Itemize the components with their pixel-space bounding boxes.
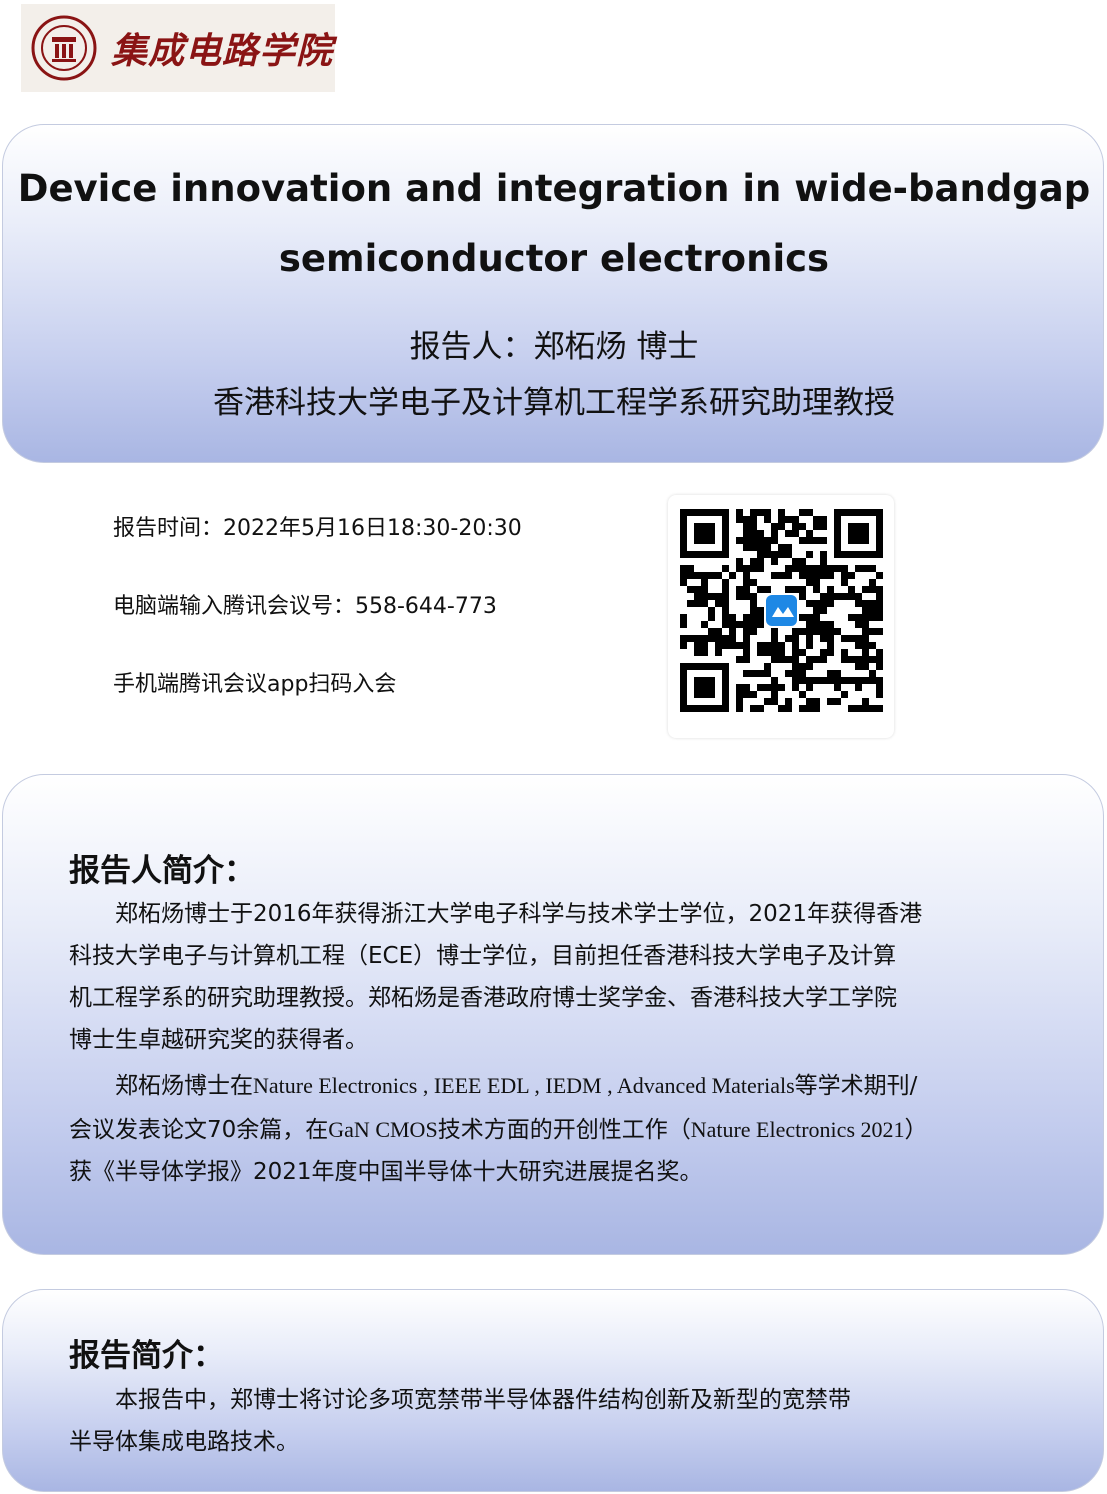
meeting-id: 电脑端输入腾讯会议号：558-644-773 (113, 594, 497, 619)
abstract-line: 本报告中，郑博士将讨论多项宽禁带半导体器件结构创新及新型的宽禁带 (115, 1387, 851, 1413)
bio-venues: Nature Electronics , IEEE EDL , IEDM , A… (253, 1073, 795, 1098)
title-panel: Device innovation and integration in wid… (2, 124, 1104, 463)
speaker-affiliation: 香港科技大学电子及计算机工程学系研究助理教授 (213, 385, 895, 421)
talk-title-line-1: Device innovation and integration in wid… (17, 167, 1091, 210)
bio-heading: 报告人简介： (69, 853, 255, 889)
bio-line: 郑柘炀博士在Nature Electronics , IEEE EDL , IE… (69, 1065, 1079, 1107)
abstract-line: 半导体集成电路技术。 (69, 1429, 299, 1455)
meeting-time: 报告时间：2022年5月16日18:30-20:30 (113, 516, 522, 541)
university-seal-icon (31, 15, 97, 81)
bio-panel: 报告人简介： 郑柘炀博士于2016年获得浙江大学电子科学与技术学士学位，2021… (2, 774, 1104, 1255)
abstract-panel: 报告简介： 本报告中，郑博士将讨论多项宽禁带半导体器件结构创新及新型的宽禁带 半… (2, 1289, 1104, 1492)
bio-citation: Nature Electronics 2021 (690, 1117, 905, 1142)
abstract-heading: 报告简介： (69, 1338, 224, 1374)
bio-text: 郑柘炀博士在 (115, 1073, 253, 1099)
school-logo: 集成电路学院 (21, 4, 335, 92)
speaker-name: 报告人：郑柘炀 博士 (409, 329, 699, 365)
bio-line: 会议发表论文70余篇，在GaN CMOS技术方面的开创性工作（Nature El… (69, 1109, 1079, 1151)
meeting-qr-code[interactable] (668, 495, 894, 738)
bio-text: ） (904, 1117, 928, 1143)
bio-line: 博士生卓越研究奖的获得者。 (69, 1027, 368, 1053)
talk-title-line-2: semiconductor electronics (278, 237, 830, 280)
qr-code-icon (680, 509, 883, 712)
bio-line: 获《半导体学报》2021年度中国半导体十大研究进展提名奖。 (69, 1159, 703, 1185)
bio-text: 会议发表论文70余篇，在 (69, 1117, 329, 1143)
mobile-join-hint: 手机端腾讯会议app扫码入会 (113, 672, 397, 697)
bio-line: 郑柘炀博士于2016年获得浙江大学电子科学与技术学士学位，2021年获得香港 (115, 901, 923, 927)
bio-text: 技术方面的开创性工作（ (437, 1117, 691, 1143)
bio-text: 等学术期刊/ (794, 1073, 918, 1099)
school-name: 集成电路学院 (111, 30, 334, 72)
bio-tech: GaN CMOS (328, 1117, 438, 1142)
bio-line: 科技大学电子与计算机工程（ECE）博士学位，目前担任香港科技大学电子及计算 (69, 943, 897, 969)
bio-line: 机工程学系的研究助理教授。郑柘炀是香港政府博士奖学金、香港科技大学工学院 (69, 985, 897, 1011)
